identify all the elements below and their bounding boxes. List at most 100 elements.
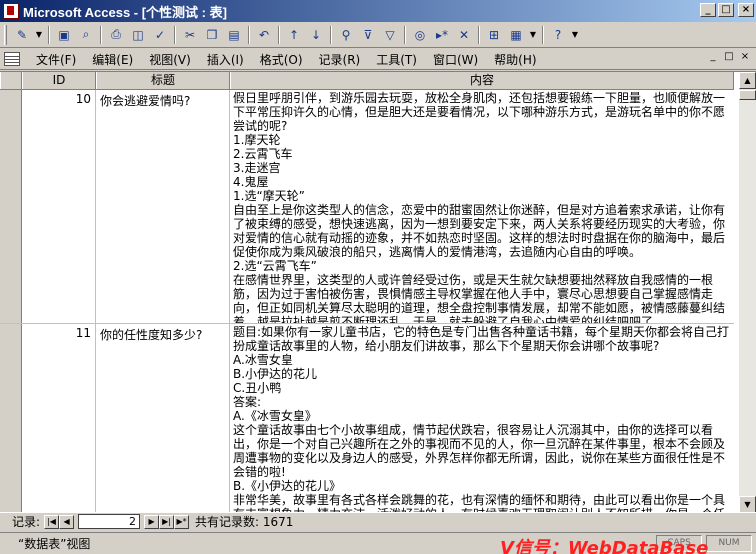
first-record-button[interactable]: |◀ (44, 514, 60, 529)
copy-icon[interactable]: ❐ (202, 25, 222, 45)
select-all-corner[interactable] (0, 72, 22, 89)
menu-tools[interactable]: 工具(T) (368, 51, 425, 68)
close-button[interactable]: × (738, 3, 754, 17)
menu-view[interactable]: 视图(V) (141, 51, 199, 68)
cell-id[interactable]: 11 (22, 324, 96, 512)
record-selector[interactable] (0, 324, 22, 512)
minimize-button[interactable]: _ (700, 3, 716, 17)
content-line: C.丑小鸭 (233, 381, 282, 395)
menu-file[interactable]: 文件(F) (28, 51, 84, 68)
menu-format[interactable]: 格式(O) (252, 51, 311, 68)
undo-icon[interactable]: ↶ (254, 25, 274, 45)
column-header-id[interactable]: ID (22, 72, 96, 89)
content-line: B.小伊达的花儿 (233, 367, 318, 381)
cell-id[interactable]: 10 (22, 90, 96, 323)
doc-close-button[interactable]: × (738, 51, 752, 65)
record-selector[interactable] (0, 90, 22, 323)
content-line: 3.走迷宫 (233, 161, 281, 175)
toolbar-separator (330, 25, 332, 44)
num-indicator: NUM (706, 535, 752, 552)
title-bar: Microsoft Access - [个性测试 : 表] _ □ × (0, 0, 756, 22)
watermark-text: V信号：WebDataBase (500, 538, 709, 554)
content-line: A.《冰雪女皇》 (233, 409, 317, 423)
toolbar-separator (174, 25, 176, 44)
toolbar: ✎ ▼ ▣ ⌕ ⎙ ◫ ✓ ✂ ❐ ▤ ↶ ↑ ↓ ⚲ ⊽ ▽ ◎ ▸* ✕ ⊞… (0, 22, 756, 48)
table-row[interactable]: 10 你会逃避爱情吗? 假日里呼朋引伴，到游乐园去玩耍，放松全身肌肉，还包括想要… (0, 90, 734, 324)
view-icon[interactable]: ✎ (12, 25, 32, 45)
spell-check-icon[interactable]: ✓ (150, 25, 170, 45)
record-count: 共有记录数: 1671 (195, 515, 294, 529)
datasheet: ID 标题 内容 10 你会逃避爱情吗? 假日里呼朋引伴，到游乐园去玩耍，放松全… (0, 71, 756, 512)
content-line: 答案: (233, 395, 262, 409)
current-record-input[interactable]: 2 (78, 514, 141, 529)
menu-help[interactable]: 帮助(H) (486, 51, 544, 68)
status-bar: “数据表”视图 V信号：WebDataBase CAPS NUM (0, 532, 756, 554)
content-line: 2.选“云霄飞车” (233, 259, 317, 273)
view-dropdown-icon[interactable]: ▼ (34, 25, 44, 45)
access-app-icon[interactable] (3, 3, 19, 19)
scroll-up-button[interactable]: ▲ (739, 72, 756, 89)
vertical-scrollbar[interactable]: ▲ ▼ (739, 72, 756, 512)
cell-content[interactable]: 题目:如果你有一家儿童书店，它的特色是专门出售各种童话书籍，每个星期天你都会将自… (230, 324, 734, 512)
doc-restore-button[interactable]: □ (722, 51, 736, 65)
content-line: 这个童话故事由七个小故事组成，情节起伏跌宕，很容易让人沉溺其中，由你的选择可以看… (233, 423, 726, 479)
new-record-button[interactable]: ▶* (174, 514, 190, 529)
toolbar-separator (248, 25, 250, 44)
toolbar-separator (478, 25, 480, 44)
content-line: 假日里呼朋引伴，到游乐园去玩耍，放松全身肌肉，还包括想要锻练一下胆量，也顺便解放… (233, 91, 726, 133)
find-icon[interactable]: ◎ (410, 25, 430, 45)
table-row[interactable]: 11 你的任性度知多少? 题目:如果你有一家儿童书店，它的特色是专门出售各种童话… (0, 324, 734, 512)
column-header-content[interactable]: 内容 (230, 72, 734, 89)
new-object-dropdown-icon[interactable]: ▼ (528, 25, 538, 45)
content-line: 1.选“摩天轮” (233, 189, 305, 203)
cell-title[interactable]: 你的任性度知多少? (96, 324, 230, 512)
next-record-button[interactable]: ▶ (144, 514, 160, 529)
document-window-controls: _ □ × (706, 51, 752, 65)
record-label: 记录: (12, 515, 41, 529)
filter-by-form-icon[interactable]: ⊽ (358, 25, 378, 45)
menu-edit[interactable]: 编辑(E) (84, 51, 141, 68)
cut-icon[interactable]: ✂ (180, 25, 200, 45)
apply-filter-icon[interactable]: ▽ (380, 25, 400, 45)
sort-ascending-icon[interactable]: ↑ (284, 25, 304, 45)
window-controls: _ □ × (700, 3, 754, 17)
cell-content[interactable]: 假日里呼朋引伴，到游乐园去玩耍，放松全身肌肉，还包括想要锻练一下胆量，也顺便解放… (230, 90, 734, 323)
menu-bar: 文件(F) 编辑(E) 视图(V) 插入(I) 格式(O) 记录(R) 工具(T… (0, 49, 756, 70)
content-line: 在感情世界里，这类型的人或许曾经受过伤，或是天生就欠缺想要拙然释放自我感情的一根… (233, 273, 726, 323)
delete-record-icon[interactable]: ✕ (454, 25, 474, 45)
menu-records[interactable]: 记录(R) (311, 51, 369, 68)
new-record-icon[interactable]: ▸* (432, 25, 452, 45)
scroll-thumb[interactable] (739, 90, 756, 100)
doc-minimize-button[interactable]: _ (706, 51, 720, 65)
last-record-button[interactable]: ▶| (159, 514, 175, 529)
toolbar-options-icon[interactable]: ▼ (570, 25, 580, 45)
sort-descending-icon[interactable]: ↓ (306, 25, 326, 45)
cell-title[interactable]: 你会逃避爱情吗? (96, 90, 230, 323)
previous-record-button[interactable]: ◀ (59, 514, 75, 529)
column-header-title[interactable]: 标题 (96, 72, 230, 89)
content-line: A.冰雪女皇 (233, 353, 293, 367)
new-object-icon[interactable]: ▦ (506, 25, 526, 45)
maximize-button[interactable]: □ (718, 3, 734, 17)
paste-icon[interactable]: ▤ (224, 25, 244, 45)
record-navigation: 记录: |◀ ◀ 2 ▶ ▶| ▶* 共有记录数: 1671 (0, 512, 756, 530)
column-header-row: ID 标题 内容 (0, 72, 734, 90)
datasheet-icon[interactable] (4, 52, 20, 66)
database-window-icon[interactable]: ⊞ (484, 25, 504, 45)
filter-by-selection-icon[interactable]: ⚲ (336, 25, 356, 45)
print-icon[interactable]: ⎙ (106, 25, 126, 45)
content-line: B.《小伊达的花儿》 (233, 479, 342, 493)
toolbar-grip[interactable] (4, 24, 7, 45)
save-icon[interactable]: ▣ (54, 25, 74, 45)
menu-insert[interactable]: 插入(I) (199, 51, 252, 68)
toolbar-separator (542, 25, 544, 44)
print-preview-icon[interactable]: ◫ (128, 25, 148, 45)
content-line: 自由至上是你这类型人的信念，恋爱中的甜蜜固然让你迷醉，但是对方追着索求承诺，让你… (233, 203, 726, 259)
toolbar-separator (48, 25, 50, 44)
menu-window[interactable]: 窗口(W) (425, 51, 486, 68)
search-file-icon[interactable]: ⌕ (76, 25, 96, 45)
help-icon[interactable]: ? (548, 25, 568, 45)
content-line: 非常华美，故事里有各式各样会跳舞的花，也有深情的缅怀和期待，由此可以看出你是一个… (233, 493, 726, 512)
scroll-down-button[interactable]: ▼ (739, 496, 756, 512)
content-line: 题目:如果你有一家儿童书店，它的特色是专门出售各种童话书籍，每个星期天你都会将自… (233, 325, 730, 353)
